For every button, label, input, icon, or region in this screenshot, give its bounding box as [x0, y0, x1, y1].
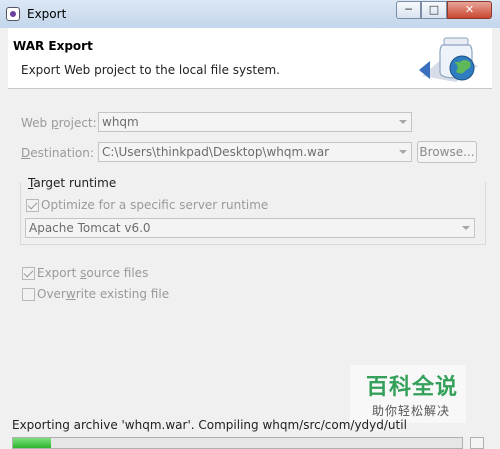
chevron-down-icon[interactable]	[458, 219, 474, 237]
web-project-label: Web project:	[21, 116, 97, 130]
stop-button[interactable]	[470, 437, 484, 449]
status-text: Exporting archive 'whqm.war'. Compiling …	[12, 418, 407, 432]
export-source-label: Export source files	[37, 266, 149, 280]
minimize-button[interactable]: ─	[396, 1, 421, 19]
web-project-value: whqm	[102, 115, 139, 129]
export-source-checkbox[interactable]	[22, 267, 35, 280]
close-button[interactable]: ✕	[447, 1, 492, 19]
runtime-value: Apache Tomcat v6.0	[29, 221, 151, 235]
jar-with-globe-icon	[419, 37, 478, 82]
wizard-description: Export Web project to the local file sys…	[21, 63, 280, 77]
title-bar[interactable]: Export ─ □ ✕	[0, 0, 500, 28]
maximize-button[interactable]: □	[421, 1, 447, 19]
window-title: Export	[27, 7, 67, 21]
chevron-down-icon[interactable]	[395, 113, 411, 131]
watermark-tagline: 助你轻松解决	[372, 404, 451, 418]
watermark-title: 百科全说	[366, 375, 459, 400]
export-dialog: Export ─ □ ✕ WAR Export Export Web proje…	[0, 0, 500, 449]
browse-button[interactable]: Browse...	[417, 141, 477, 163]
progress-fill	[13, 438, 52, 448]
runtime-combo[interactable]: Apache Tomcat v6.0	[25, 218, 475, 238]
eclipse-app-icon	[6, 7, 20, 21]
destination-combo[interactable]: C:\Users\thinkpad\Desktop\whqm.war	[98, 142, 412, 162]
wizard-header: WAR Export Export Web project to the loc…	[8, 28, 492, 89]
optimize-runtime-checkbox[interactable]	[26, 199, 39, 212]
web-project-combo[interactable]: whqm	[98, 112, 412, 132]
target-runtime-title: Target runtime	[26, 176, 119, 190]
destination-label: Destination:	[21, 146, 94, 160]
chevron-down-icon[interactable]	[395, 143, 411, 161]
watermark: 百科全说 助你轻松解决	[350, 365, 466, 423]
wizard-title: WAR Export	[13, 39, 93, 53]
overwrite-checkbox[interactable]	[22, 288, 35, 301]
export-progress-bar	[12, 437, 463, 449]
overwrite-label: Overwrite existing file	[37, 287, 170, 301]
destination-value: C:\Users\thinkpad\Desktop\whqm.war	[102, 145, 330, 159]
optimize-runtime-label: Optimize for a specific server runtime	[41, 198, 269, 212]
